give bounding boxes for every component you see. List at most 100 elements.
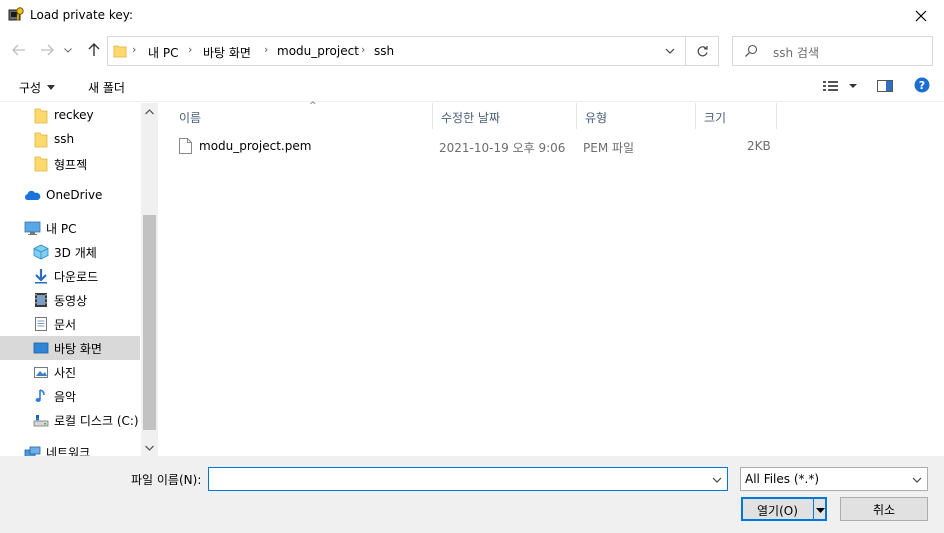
file-list: ^ 이름 수정한 날짜 유형 크기 modu_project.pem 2021-… xyxy=(159,101,944,456)
breadcrumb-separator-icon: › xyxy=(264,43,269,56)
desktop-icon xyxy=(33,340,49,356)
sidebar-item-documents[interactable]: 문서 xyxy=(0,312,140,336)
address-bar[interactable]: › 내 PC › 바탕 화면 › modu_project › ssh xyxy=(107,36,719,66)
search-box[interactable]: ssh 검색 xyxy=(732,36,933,66)
cancel-button[interactable]: 취소 xyxy=(840,497,928,521)
filetype-select[interactable]: All Files (*.*) xyxy=(740,467,928,491)
sidebar-scrollbar[interactable] xyxy=(141,103,158,456)
sidebar-item-music[interactable]: 음악 xyxy=(0,384,140,408)
file-icon xyxy=(179,138,192,157)
sidebar-item-ssh[interactable]: ssh xyxy=(0,128,140,152)
new-folder-button[interactable]: 새 폴더 xyxy=(88,79,125,96)
column-header-type[interactable]: 유형 xyxy=(577,103,696,129)
breadcrumb-modu-project[interactable]: modu_project xyxy=(277,44,359,58)
sort-ascending-icon: ^ xyxy=(309,101,317,111)
column-header-name[interactable]: ^ 이름 xyxy=(171,101,433,129)
scroll-down-button[interactable] xyxy=(141,439,158,456)
chevron-up-icon xyxy=(145,108,154,114)
scroll-thumb[interactable] xyxy=(143,215,156,430)
refresh-icon xyxy=(697,45,708,56)
document-icon xyxy=(33,316,49,332)
breadcrumb-this-pc[interactable]: 내 PC xyxy=(148,44,178,61)
breadcrumb-separator-icon: › xyxy=(361,43,366,56)
breadcrumb-desktop[interactable]: 바탕 화면 xyxy=(203,44,251,61)
open-button-divider xyxy=(813,499,814,519)
sidebar-item-local-disk[interactable]: 로컬 디스크 (C:) xyxy=(0,408,140,432)
sidebar-item-hyeongpeujeg[interactable]: 형프젝 xyxy=(0,152,140,176)
chevron-down-icon xyxy=(64,47,72,53)
breadcrumb-ssh[interactable]: ssh xyxy=(374,44,394,58)
folder-icon xyxy=(34,156,50,172)
sidebar-item-label: 동영상 xyxy=(54,294,88,308)
preview-pane-icon xyxy=(877,80,893,92)
close-icon xyxy=(915,10,927,21)
scroll-up-button[interactable] xyxy=(141,103,158,120)
close-button[interactable] xyxy=(898,0,944,31)
sidebar-item-label: 문서 xyxy=(54,318,77,332)
file-dialog: Load private key: › 내 PC › 바탕 화면 › modu_… xyxy=(0,0,944,533)
svg-text:?: ? xyxy=(919,79,925,92)
open-dropdown-icon[interactable] xyxy=(816,504,825,514)
new-folder-label: 새 폴더 xyxy=(88,81,125,95)
video-icon xyxy=(33,292,49,308)
arrow-right-icon xyxy=(41,44,54,56)
folder-icon xyxy=(113,43,127,59)
computer-icon xyxy=(24,220,41,236)
sidebar-item-network[interactable]: 네트워크 xyxy=(0,440,140,456)
sidebar-item-3d-objects[interactable]: 3D 개체 xyxy=(0,240,140,264)
chevron-down-icon xyxy=(145,445,154,451)
network-icon xyxy=(24,444,41,456)
open-button-label: 열기(O) xyxy=(757,504,798,518)
pictures-icon xyxy=(33,364,49,380)
sidebar-item-label: 다운로드 xyxy=(54,270,99,284)
filename-input[interactable] xyxy=(208,467,728,491)
column-header-label: 수정한 날짜 xyxy=(441,111,501,125)
arrow-up-icon xyxy=(88,43,100,56)
sidebar-item-label: ssh xyxy=(54,132,75,146)
sidebar-item-label: 네트워크 xyxy=(46,446,91,456)
sidebar-item-label: OneDrive xyxy=(46,188,103,202)
sidebar-item-onedrive[interactable]: OneDrive xyxy=(0,184,140,208)
sidebar-item-this-pc[interactable]: 내 PC xyxy=(0,216,140,240)
file-type: PEM 파일 xyxy=(583,141,635,155)
title-bar: Load private key: xyxy=(0,0,944,31)
column-header-modified[interactable]: 수정한 날짜 xyxy=(433,103,577,129)
chevron-down-icon xyxy=(911,474,923,486)
sidebar-item-label: 형프젝 xyxy=(54,158,88,172)
navigation-pane: reckey ssh 형프젝 OneDrive 내 PC 3D 개체 다운로드 xyxy=(0,103,158,456)
refresh-button[interactable] xyxy=(685,37,718,65)
sidebar-item-videos[interactable]: 동영상 xyxy=(0,288,140,312)
help-icon: ? xyxy=(914,77,930,93)
address-dropdown-icon[interactable] xyxy=(664,45,676,57)
column-header-label: 이름 xyxy=(179,111,202,125)
column-header-label: 유형 xyxy=(585,111,608,125)
view-options-button[interactable] xyxy=(822,78,858,97)
sidebar-item-pictures[interactable]: 사진 xyxy=(0,360,140,384)
up-button[interactable] xyxy=(84,40,104,60)
sidebar-item-label: 바탕 화면 xyxy=(54,342,102,356)
filetype-value: All Files (*.*) xyxy=(745,472,820,486)
sidebar-item-reckey[interactable]: reckey xyxy=(0,104,140,128)
open-button[interactable]: 열기(O) xyxy=(741,497,827,521)
folder-icon xyxy=(34,132,50,148)
sidebar-item-desktop[interactable]: 바탕 화면 xyxy=(0,336,140,360)
column-header-size[interactable]: 크기 xyxy=(696,103,777,129)
recent-locations-button[interactable] xyxy=(62,40,74,60)
dialog-footer: 파일 이름(N): All Files (*.*) 열기(O) 취소 xyxy=(0,456,944,533)
cube-icon xyxy=(33,244,49,260)
sidebar-item-label: 음악 xyxy=(54,390,77,404)
sidebar-item-label: 3D 개체 xyxy=(54,246,97,260)
column-header-label: 크기 xyxy=(704,111,727,125)
sidebar-item-label: 내 PC xyxy=(46,222,77,236)
preview-pane-button[interactable] xyxy=(877,78,893,97)
help-button[interactable]: ? xyxy=(914,77,930,96)
file-modified: 2021-10-19 오후 9:06 xyxy=(439,141,566,155)
forward-button[interactable] xyxy=(37,40,57,60)
sidebar-item-label: 로컬 디스크 (C:) xyxy=(54,414,139,428)
back-button[interactable] xyxy=(9,40,29,60)
sidebar-item-downloads[interactable]: 다운로드 xyxy=(0,264,140,288)
chevron-down-icon[interactable] xyxy=(711,474,723,486)
organize-button[interactable]: 구성 xyxy=(19,79,56,96)
navigation-bar: › 내 PC › 바탕 화면 › modu_project › ssh ssh … xyxy=(0,34,944,68)
file-row[interactable]: modu_project.pem 2021-10-19 오후 9:06 PEM … xyxy=(171,135,781,157)
